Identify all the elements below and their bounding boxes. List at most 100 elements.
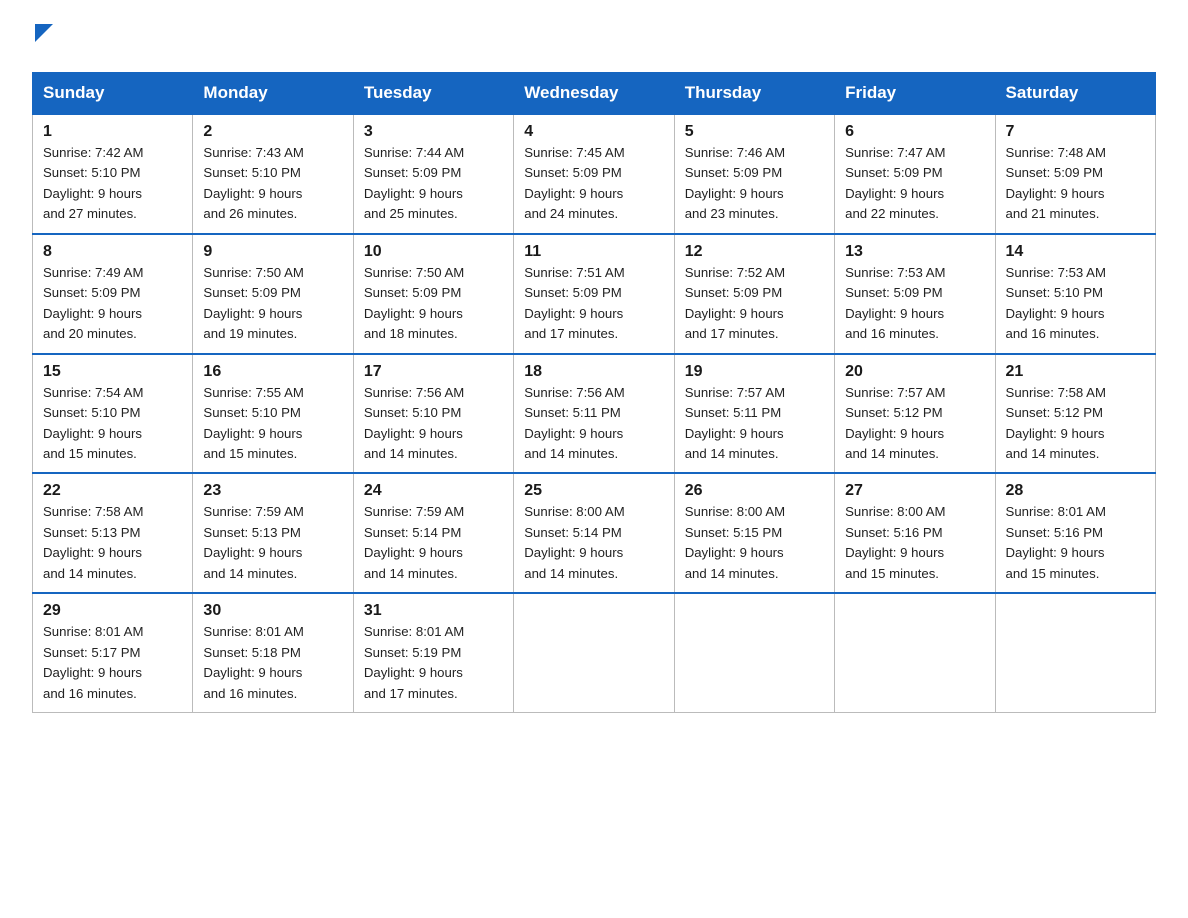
calendar-cell: 27 Sunrise: 8:00 AMSunset: 5:16 PMDayligh… bbox=[835, 473, 995, 593]
day-info: Sunrise: 7:59 AMSunset: 5:14 PMDaylight:… bbox=[364, 502, 503, 584]
day-info: Sunrise: 7:59 AMSunset: 5:13 PMDaylight:… bbox=[203, 502, 342, 584]
day-number: 19 bbox=[685, 363, 824, 381]
calendar-cell bbox=[995, 593, 1155, 712]
day-info: Sunrise: 7:54 AMSunset: 5:10 PMDaylight:… bbox=[43, 383, 182, 465]
logo-arrow-icon bbox=[35, 24, 53, 46]
calendar-cell: 29 Sunrise: 8:01 AMSunset: 5:17 PMDayligh… bbox=[33, 593, 193, 712]
col-header-monday: Monday bbox=[193, 73, 353, 115]
day-number: 7 bbox=[1006, 123, 1145, 141]
calendar-cell: 18Sunrise: 7:56 AMSunset: 5:11 PMDayligh… bbox=[514, 354, 674, 474]
day-number: 20 bbox=[845, 363, 984, 381]
day-info: Sunrise: 7:53 AMSunset: 5:10 PMDaylight:… bbox=[1006, 263, 1145, 345]
calendar-cell: 3 Sunrise: 7:44 AMSunset: 5:09 PMDaylight… bbox=[353, 114, 513, 234]
day-info: Sunrise: 7:46 AMSunset: 5:09 PMDaylight:… bbox=[685, 143, 824, 225]
calendar-week-5: 29 Sunrise: 8:01 AMSunset: 5:17 PMDayligh… bbox=[33, 593, 1156, 712]
day-info: Sunrise: 7:56 AMSunset: 5:10 PMDaylight:… bbox=[364, 383, 503, 465]
page-header bbox=[32, 24, 1156, 54]
day-info: Sunrise: 8:01 AMSunset: 5:17 PMDaylight:… bbox=[43, 622, 182, 704]
day-info: Sunrise: 8:00 AMSunset: 5:16 PMDaylight:… bbox=[845, 502, 984, 584]
day-number: 23 bbox=[203, 482, 342, 500]
col-header-friday: Friday bbox=[835, 73, 995, 115]
day-number: 8 bbox=[43, 243, 182, 261]
day-info: Sunrise: 7:58 AMSunset: 5:13 PMDaylight:… bbox=[43, 502, 182, 584]
day-number: 1 bbox=[43, 123, 182, 141]
day-info: Sunrise: 8:01 AMSunset: 5:19 PMDaylight:… bbox=[364, 622, 503, 704]
day-number: 21 bbox=[1006, 363, 1145, 381]
calendar-cell: 16 Sunrise: 7:55 AMSunset: 5:10 PMDayligh… bbox=[193, 354, 353, 474]
calendar-cell: 17 Sunrise: 7:56 AMSunset: 5:10 PMDayligh… bbox=[353, 354, 513, 474]
day-info: Sunrise: 7:43 AMSunset: 5:10 PMDaylight:… bbox=[203, 143, 342, 225]
day-number: 13 bbox=[845, 243, 984, 261]
day-number: 30 bbox=[203, 602, 342, 620]
calendar-week-3: 15Sunrise: 7:54 AMSunset: 5:10 PMDayligh… bbox=[33, 354, 1156, 474]
day-info: Sunrise: 7:58 AMSunset: 5:12 PMDaylight:… bbox=[1006, 383, 1145, 465]
calendar-cell: 4 Sunrise: 7:45 AMSunset: 5:09 PMDaylight… bbox=[514, 114, 674, 234]
calendar-cell: 12 Sunrise: 7:52 AMSunset: 5:09 PMDayligh… bbox=[674, 234, 834, 354]
day-number: 25 bbox=[524, 482, 663, 500]
day-number: 26 bbox=[685, 482, 824, 500]
day-info: Sunrise: 7:56 AMSunset: 5:11 PMDaylight:… bbox=[524, 383, 663, 465]
calendar-cell: 26Sunrise: 8:00 AMSunset: 5:15 PMDayligh… bbox=[674, 473, 834, 593]
day-number: 10 bbox=[364, 243, 503, 261]
day-number: 16 bbox=[203, 363, 342, 381]
day-info: Sunrise: 7:50 AMSunset: 5:09 PMDaylight:… bbox=[364, 263, 503, 345]
day-number: 4 bbox=[524, 123, 663, 141]
day-info: Sunrise: 7:47 AMSunset: 5:09 PMDaylight:… bbox=[845, 143, 984, 225]
calendar-cell: 11 Sunrise: 7:51 AMSunset: 5:09 PMDayligh… bbox=[514, 234, 674, 354]
calendar-cell: 13Sunrise: 7:53 AMSunset: 5:09 PMDayligh… bbox=[835, 234, 995, 354]
day-info: Sunrise: 7:49 AMSunset: 5:09 PMDaylight:… bbox=[43, 263, 182, 345]
calendar-cell bbox=[514, 593, 674, 712]
calendar-cell: 7 Sunrise: 7:48 AMSunset: 5:09 PMDaylight… bbox=[995, 114, 1155, 234]
calendar-cell: 30 Sunrise: 8:01 AMSunset: 5:18 PMDayligh… bbox=[193, 593, 353, 712]
day-info: Sunrise: 7:52 AMSunset: 5:09 PMDaylight:… bbox=[685, 263, 824, 345]
calendar-cell: 15Sunrise: 7:54 AMSunset: 5:10 PMDayligh… bbox=[33, 354, 193, 474]
day-number: 28 bbox=[1006, 482, 1145, 500]
day-info: Sunrise: 7:45 AMSunset: 5:09 PMDaylight:… bbox=[524, 143, 663, 225]
calendar-cell: 6 Sunrise: 7:47 AMSunset: 5:09 PMDaylight… bbox=[835, 114, 995, 234]
day-number: 11 bbox=[524, 243, 663, 261]
col-header-tuesday: Tuesday bbox=[353, 73, 513, 115]
day-number: 22 bbox=[43, 482, 182, 500]
day-info: Sunrise: 7:44 AMSunset: 5:09 PMDaylight:… bbox=[364, 143, 503, 225]
day-number: 27 bbox=[845, 482, 984, 500]
col-header-wednesday: Wednesday bbox=[514, 73, 674, 115]
calendar-cell: 14 Sunrise: 7:53 AMSunset: 5:10 PMDayligh… bbox=[995, 234, 1155, 354]
logo bbox=[32, 24, 53, 54]
calendar-cell: 25 Sunrise: 8:00 AMSunset: 5:14 PMDayligh… bbox=[514, 473, 674, 593]
calendar-cell: 28 Sunrise: 8:01 AMSunset: 5:16 PMDayligh… bbox=[995, 473, 1155, 593]
day-number: 3 bbox=[364, 123, 503, 141]
calendar-cell: 9Sunrise: 7:50 AMSunset: 5:09 PMDaylight… bbox=[193, 234, 353, 354]
day-number: 14 bbox=[1006, 243, 1145, 261]
calendar-cell: 8 Sunrise: 7:49 AMSunset: 5:09 PMDaylight… bbox=[33, 234, 193, 354]
day-info: Sunrise: 7:42 AMSunset: 5:10 PMDaylight:… bbox=[43, 143, 182, 225]
day-number: 9 bbox=[203, 243, 342, 261]
day-number: 12 bbox=[685, 243, 824, 261]
day-info: Sunrise: 8:01 AMSunset: 5:18 PMDaylight:… bbox=[203, 622, 342, 704]
calendar-cell: 31 Sunrise: 8:01 AMSunset: 5:19 PMDayligh… bbox=[353, 593, 513, 712]
day-info: Sunrise: 7:48 AMSunset: 5:09 PMDaylight:… bbox=[1006, 143, 1145, 225]
calendar-cell: 20 Sunrise: 7:57 AMSunset: 5:12 PMDayligh… bbox=[835, 354, 995, 474]
calendar-cell: 23 Sunrise: 7:59 AMSunset: 5:13 PMDayligh… bbox=[193, 473, 353, 593]
day-number: 6 bbox=[845, 123, 984, 141]
day-number: 17 bbox=[364, 363, 503, 381]
day-number: 29 bbox=[43, 602, 182, 620]
day-info: Sunrise: 8:01 AMSunset: 5:16 PMDaylight:… bbox=[1006, 502, 1145, 584]
calendar-cell: 10 Sunrise: 7:50 AMSunset: 5:09 PMDayligh… bbox=[353, 234, 513, 354]
day-info: Sunrise: 7:57 AMSunset: 5:12 PMDaylight:… bbox=[845, 383, 984, 465]
day-info: Sunrise: 7:57 AMSunset: 5:11 PMDaylight:… bbox=[685, 383, 824, 465]
calendar-cell: 24Sunrise: 7:59 AMSunset: 5:14 PMDayligh… bbox=[353, 473, 513, 593]
day-number: 31 bbox=[364, 602, 503, 620]
calendar-week-1: 1 Sunrise: 7:42 AMSunset: 5:10 PMDaylight… bbox=[33, 114, 1156, 234]
col-header-sunday: Sunday bbox=[33, 73, 193, 115]
day-number: 5 bbox=[685, 123, 824, 141]
calendar-week-4: 22 Sunrise: 7:58 AMSunset: 5:13 PMDayligh… bbox=[33, 473, 1156, 593]
day-info: Sunrise: 7:51 AMSunset: 5:09 PMDaylight:… bbox=[524, 263, 663, 345]
calendar-week-2: 8 Sunrise: 7:49 AMSunset: 5:09 PMDaylight… bbox=[33, 234, 1156, 354]
calendar-cell: 19 Sunrise: 7:57 AMSunset: 5:11 PMDayligh… bbox=[674, 354, 834, 474]
calendar-cell: 2Sunrise: 7:43 AMSunset: 5:10 PMDaylight… bbox=[193, 114, 353, 234]
day-info: Sunrise: 8:00 AMSunset: 5:14 PMDaylight:… bbox=[524, 502, 663, 584]
calendar-table: SundayMondayTuesdayWednesdayThursdayFrid… bbox=[32, 72, 1156, 713]
calendar-cell: 5 Sunrise: 7:46 AMSunset: 5:09 PMDaylight… bbox=[674, 114, 834, 234]
calendar-cell: 21 Sunrise: 7:58 AMSunset: 5:12 PMDayligh… bbox=[995, 354, 1155, 474]
day-info: Sunrise: 7:55 AMSunset: 5:10 PMDaylight:… bbox=[203, 383, 342, 465]
